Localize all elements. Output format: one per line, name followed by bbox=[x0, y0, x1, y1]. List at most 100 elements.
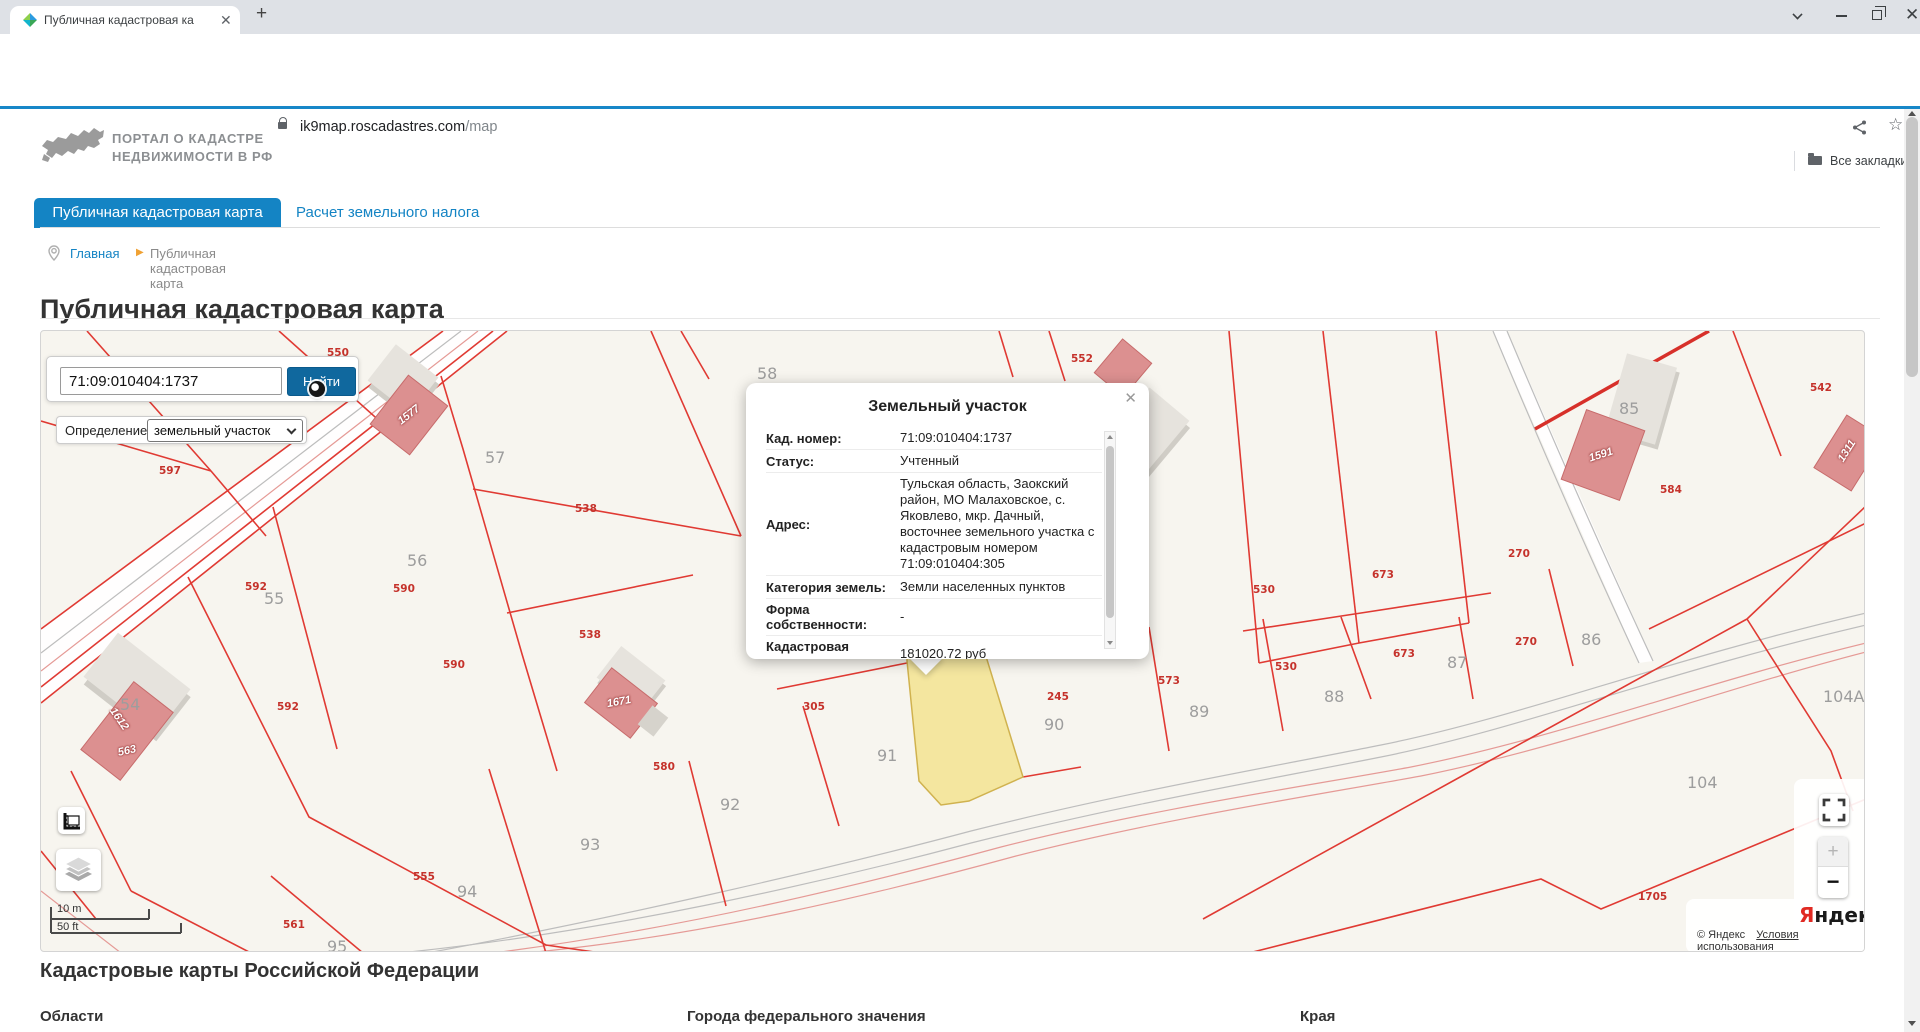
browser-tab-strip: Публичная кадастровая ка ✕ + ✕ bbox=[0, 0, 1920, 34]
new-tab-button[interactable]: + bbox=[256, 3, 267, 25]
popup-scroll-down-icon[interactable] bbox=[1107, 641, 1113, 645]
map-scale: 10 m 50 ft bbox=[49, 903, 189, 947]
share-icon[interactable] bbox=[1852, 120, 1867, 135]
popup-row-label: Статус: bbox=[766, 454, 900, 469]
parcel-label: 270 bbox=[1515, 636, 1537, 648]
scrollbar-up-icon[interactable] bbox=[1908, 111, 1916, 116]
parcel-label: 93 bbox=[580, 835, 600, 854]
bookmarks-divider bbox=[1794, 151, 1795, 171]
popup-row: Кад. номер:71:09:010404:1737 bbox=[766, 427, 1102, 450]
scale-imperial: 50 ft bbox=[57, 921, 78, 933]
parcel-label: 530 bbox=[1253, 584, 1275, 596]
page-scrollbar[interactable] bbox=[1904, 109, 1920, 1032]
chevron-down-icon bbox=[287, 425, 297, 435]
search-input[interactable] bbox=[60, 367, 282, 395]
parcel-label: 584 bbox=[1660, 484, 1682, 496]
site-nav-tabs: Публичная кадастровая карта Расчет земел… bbox=[0, 198, 1920, 228]
zoom-in-button[interactable]: + bbox=[1818, 837, 1848, 867]
map-canvas[interactable]: 5505975525385905925385905925805555613052… bbox=[40, 330, 1865, 952]
popup-row-label: Кадастровая стоимость: bbox=[766, 639, 900, 659]
lock-icon[interactable] bbox=[278, 122, 287, 129]
site-top-accent bbox=[0, 106, 1920, 109]
zoom-control: + − bbox=[1818, 837, 1848, 898]
parcel-label: 573 bbox=[1158, 675, 1180, 687]
layers-button[interactable] bbox=[56, 849, 101, 891]
filter-label: Определение: bbox=[65, 423, 151, 438]
folder-icon bbox=[1808, 156, 1822, 165]
bookmark-star-icon[interactable]: ☆ bbox=[1888, 115, 1903, 135]
parcel-label: 555 bbox=[413, 871, 435, 883]
scrollbar-thumb[interactable] bbox=[1906, 117, 1918, 377]
parcel-label: 87 bbox=[1447, 653, 1467, 672]
tab-public-cadastral-map[interactable]: Публичная кадастровая карта bbox=[34, 198, 281, 228]
scrollbar-down-icon[interactable] bbox=[1908, 1021, 1916, 1026]
ruler-icon bbox=[58, 807, 85, 834]
parcel-label: 538 bbox=[579, 629, 601, 641]
popup-row-value: - bbox=[900, 609, 1096, 625]
title-divider bbox=[40, 318, 1880, 319]
window-minimize-button[interactable] bbox=[1836, 15, 1847, 17]
map-attribution: © Яндекс Условия использования bbox=[1697, 929, 1864, 952]
parcel-label: 92 bbox=[720, 795, 740, 814]
popup-scroll-up-icon[interactable] bbox=[1107, 435, 1113, 439]
layers-icon bbox=[56, 849, 101, 891]
all-bookmarks-button[interactable]: Все закладки bbox=[1830, 154, 1907, 168]
popup-scroll-thumb[interactable] bbox=[1106, 446, 1114, 618]
popup-row-value: 71:09:010404:1737 bbox=[900, 430, 1096, 446]
popup-attributes-table: Кад. номер:71:09:010404:1737 Статус:Учтен… bbox=[766, 427, 1102, 659]
tab-title: Публичная кадастровая ка bbox=[44, 13, 216, 29]
fullscreen-button[interactable] bbox=[1819, 794, 1849, 826]
breadcrumb-home-link[interactable]: Главная bbox=[70, 246, 119, 261]
parcel-label: 57 bbox=[485, 448, 505, 467]
portal-logo-line1: ПОРТАЛ О КАДАСТРЕ bbox=[112, 131, 264, 146]
parcel-label: 86 bbox=[1581, 630, 1601, 649]
popup-row-label: Адрес: bbox=[766, 517, 900, 532]
parcel-label: 561 bbox=[283, 919, 305, 931]
popup-row-label: Форма собственности: bbox=[766, 602, 900, 632]
object-type-value: земельный участок bbox=[154, 423, 270, 438]
footer-column-heading: Города федерального значения bbox=[687, 1008, 926, 1025]
popup-scrollbar[interactable] bbox=[1104, 431, 1116, 649]
parcel-label: 590 bbox=[443, 659, 465, 671]
parcel-label: 85 bbox=[1619, 399, 1639, 418]
parcel-info-popup: Земельный участок ✕ Кад. номер:71:09:010… bbox=[746, 383, 1149, 659]
popup-close-icon[interactable]: ✕ bbox=[1124, 389, 1137, 407]
popup-row-value: Тульская область, Заокский район, МО Мал… bbox=[900, 476, 1096, 572]
window-close-button[interactable]: ✕ bbox=[1905, 5, 1919, 25]
parcel-label: 95 bbox=[327, 937, 347, 952]
parcel-label: 89 bbox=[1189, 702, 1209, 721]
object-type-select[interactable]: земельный участок bbox=[147, 419, 303, 442]
zoom-out-button[interactable]: − bbox=[1818, 868, 1848, 898]
parcel-label: 58 bbox=[757, 364, 777, 383]
tab-close-icon[interactable]: ✕ bbox=[220, 12, 232, 29]
location-pin-icon bbox=[48, 245, 60, 261]
parcel-label: 552 bbox=[1071, 353, 1093, 365]
parcel-label: 54 bbox=[120, 695, 140, 714]
popup-row: Адрес:Тульская область, Заокский район, … bbox=[766, 473, 1102, 576]
parcel-label: 104 bbox=[1687, 773, 1718, 792]
parcel-label: 1705 bbox=[1638, 891, 1667, 903]
popup-row-value: Учтенный bbox=[900, 453, 1096, 469]
parcel-label: 90 bbox=[1044, 715, 1064, 734]
breadcrumb-arrow-icon: ▶ bbox=[136, 247, 144, 258]
parcel-label: 104А bbox=[1823, 687, 1864, 706]
popup-row: Кадастровая стоимость:181020.72 руб bbox=[766, 636, 1102, 659]
parcel-label: 597 bbox=[159, 465, 181, 477]
object-type-panel: Определение: земельный участок bbox=[56, 416, 307, 444]
window-restore-button[interactable] bbox=[1872, 10, 1882, 20]
url-text: ik9map.roscadastres.com/map bbox=[300, 119, 497, 135]
browser-tab[interactable]: Публичная кадастровая ка ✕ bbox=[10, 6, 240, 34]
bookmarks-bar: Все закладки bbox=[0, 72, 1920, 106]
tab-search-chevron-icon[interactable] bbox=[1792, 9, 1802, 19]
parcel-label: 542 bbox=[1810, 382, 1832, 394]
parcel-label: 55 bbox=[264, 589, 284, 608]
popup-row-value: 181020.72 руб bbox=[900, 646, 1096, 659]
measure-ruler-button[interactable] bbox=[58, 807, 85, 834]
parcel-label: 580 bbox=[653, 761, 675, 773]
popup-row-value: Земли населенных пунктов bbox=[900, 579, 1096, 595]
parcel-label: 538 bbox=[575, 503, 597, 515]
copyright-text: © Яндекс bbox=[1697, 929, 1745, 941]
yandex-logo: Яндекс bbox=[1799, 903, 1865, 927]
tab-land-tax-calc[interactable]: Расчет земельного налога bbox=[296, 204, 479, 221]
page-title: Публичная кадастровая карта bbox=[40, 294, 444, 325]
